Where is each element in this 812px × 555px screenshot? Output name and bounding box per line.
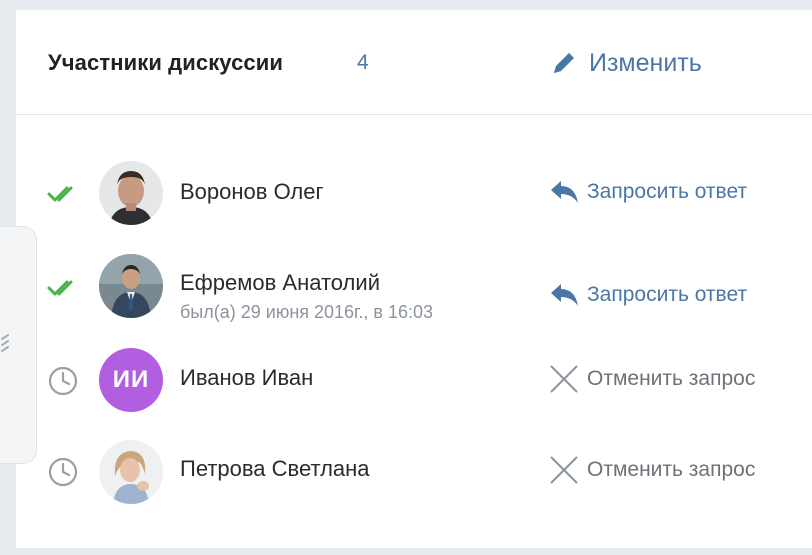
participant-name[interactable]: Петрова Светлана: [180, 456, 370, 482]
double-check-icon: [47, 186, 73, 202]
avatar[interactable]: [99, 254, 163, 318]
double-check-icon: [47, 280, 73, 296]
participant-name[interactable]: Иванов Иван: [180, 365, 313, 391]
participant-row: ИИ Иванов Иван Отменить запрос: [16, 345, 812, 425]
chevron-double-icon: [1, 334, 9, 352]
request-answer-button[interactable]: Запросить ответ: [547, 278, 747, 312]
avatar-photo: [99, 254, 163, 318]
clock-icon: [48, 366, 78, 396]
request-answer-label: Запросить ответ: [587, 180, 748, 203]
avatar-initials: ИИ: [112, 366, 150, 393]
edit-label: Изменить: [589, 48, 702, 77]
reply-arrow-icon: [551, 181, 578, 203]
avatar[interactable]: [99, 440, 163, 504]
reply-arrow-icon: [551, 284, 578, 306]
panel-header: Участники дискуссии 4 Изменить: [16, 10, 812, 115]
edit-button[interactable]: Изменить: [549, 46, 702, 80]
request-answer-button[interactable]: Запросить ответ: [547, 175, 747, 209]
participant-row: Воронов Олег Запросить ответ: [16, 153, 812, 233]
discussion-participants-panel: Участники дискуссии 4 Изменить Воронов О…: [16, 10, 812, 548]
last-seen-text: был(а) 29 июня 2016г., в 16:03: [180, 302, 434, 322]
request-answer-label: Запросить ответ: [587, 283, 748, 306]
cancel-request-button[interactable]: Отменить запрос: [547, 362, 755, 396]
participant-row: Петрова Светлана Отменить запрос: [16, 435, 812, 515]
participant-name[interactable]: Ефремов Анатолий: [180, 270, 380, 296]
close-x-icon: [550, 365, 578, 393]
pencil-icon: [554, 53, 574, 73]
cancel-request-button[interactable]: Отменить запрос: [547, 453, 755, 487]
avatar[interactable]: ИИ: [99, 348, 163, 412]
avatar-photo: [99, 161, 163, 225]
avatar[interactable]: [99, 161, 163, 225]
participant-row: Ефремов Анатолий был(а) 29 июня 2016г., …: [16, 248, 812, 328]
side-drawer-handle[interactable]: [0, 226, 37, 464]
cancel-request-label: Отменить запрос: [587, 367, 756, 390]
panel-title: Участники дискуссии: [48, 50, 284, 75]
participant-name[interactable]: Воронов Олег: [180, 179, 324, 205]
close-x-icon: [550, 456, 578, 484]
participants-count: 4: [357, 51, 369, 74]
clock-icon: [48, 457, 78, 487]
avatar-photo: [99, 440, 163, 504]
cancel-request-label: Отменить запрос: [587, 458, 756, 481]
